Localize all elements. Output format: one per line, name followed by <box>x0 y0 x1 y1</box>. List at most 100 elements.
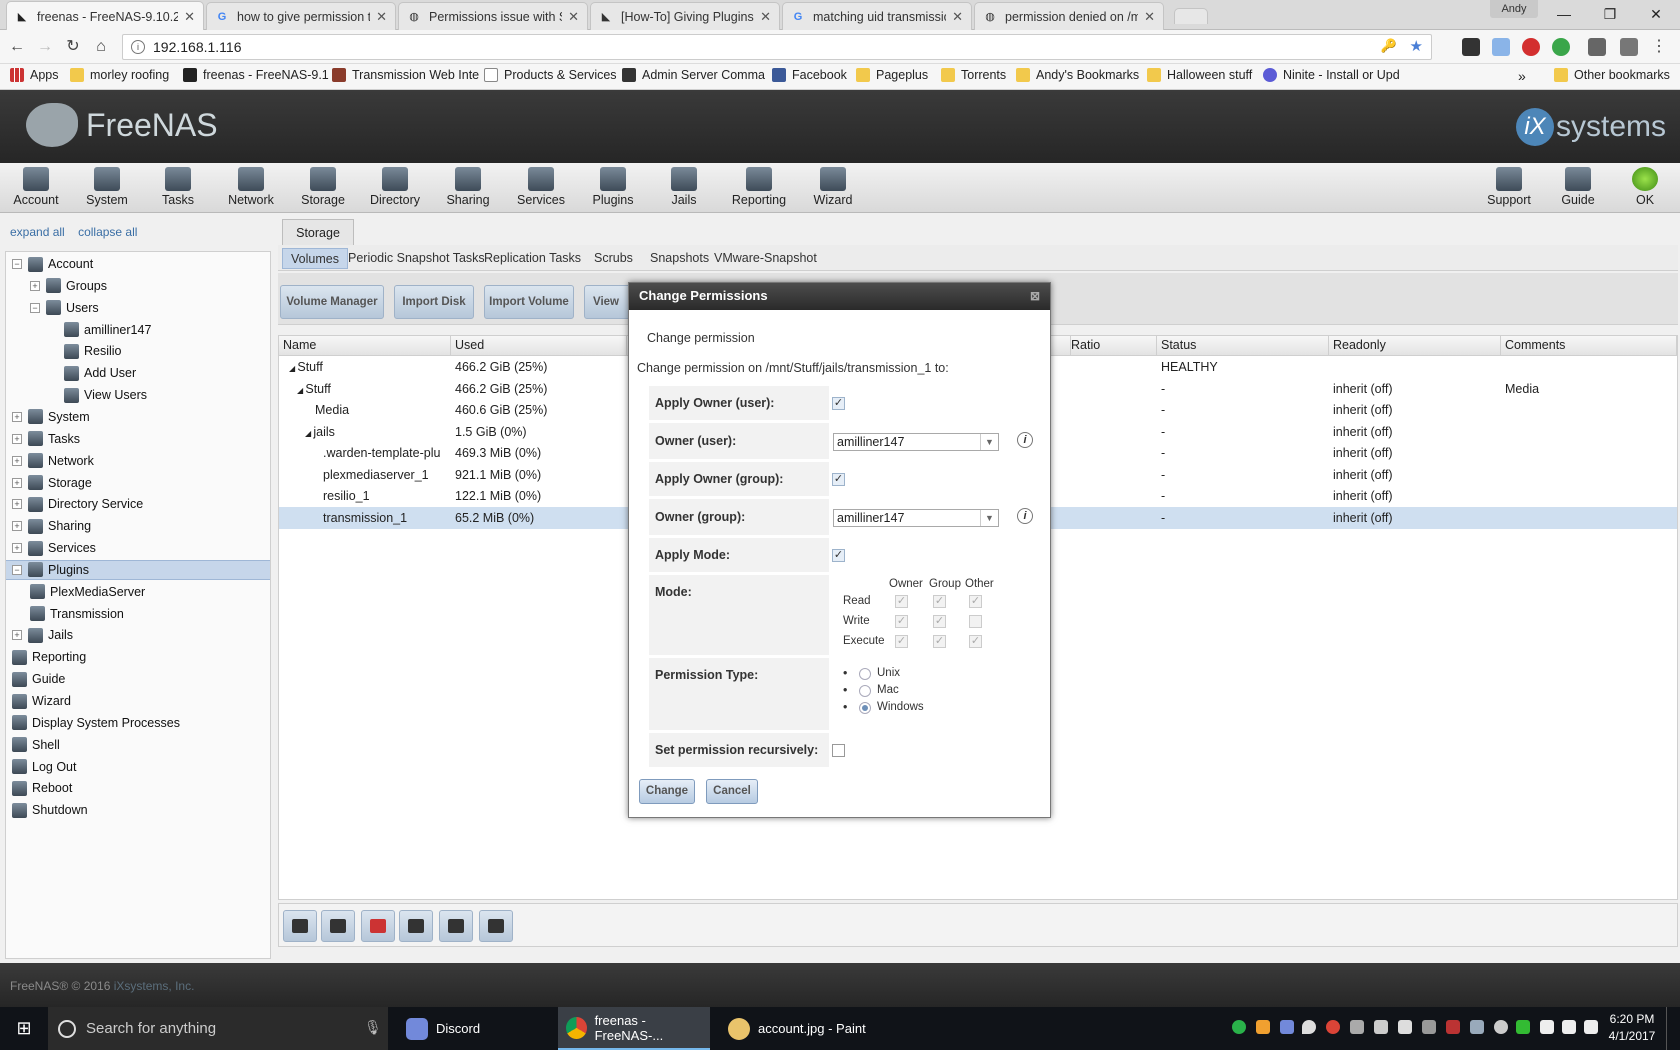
tree-item-reboot[interactable]: Reboot <box>6 778 270 798</box>
bookmark-item[interactable]: Andy's Bookmarks <box>1016 68 1139 82</box>
close-tab-icon[interactable]: ✕ <box>952 9 963 25</box>
owner-user-select[interactable]: amilliner147 ▼ <box>833 433 999 451</box>
apply-owner-group-checkbox[interactable]: ✓ <box>832 473 845 486</box>
tree-item-tasks[interactable]: + Tasks <box>6 429 270 449</box>
ixsystems-link[interactable]: iXsystems, Inc. <box>114 979 195 993</box>
expand-icon[interactable]: + <box>12 499 22 510</box>
browser-tab-5[interactable]: G matching uid transmissio ✕ <box>782 2 972 30</box>
expand-icon[interactable]: + <box>12 477 22 488</box>
menu-sharing[interactable]: Sharing <box>442 167 494 207</box>
extension-icon-1[interactable] <box>1462 38 1480 56</box>
browser-tab-6[interactable]: ◍ permission denied on /m ✕ <box>974 2 1164 30</box>
bookmark-item[interactable]: Admin Server Comma <box>622 68 765 82</box>
menu-tasks[interactable]: Tasks <box>156 167 200 207</box>
new-tab-button[interactable] <box>1174 8 1208 24</box>
owner-user-info-icon[interactable]: i <box>1017 432 1033 448</box>
apply-mode-checkbox[interactable]: ✓ <box>832 549 845 562</box>
menu-dots-icon[interactable]: ⋮ <box>1648 36 1670 58</box>
tree-item-account[interactable]: − Account <box>6 254 270 274</box>
delete-dataset-button[interactable] <box>361 910 395 942</box>
collapse-icon[interactable]: − <box>12 564 22 575</box>
tree-item-shell[interactable]: Shell <box>6 735 270 755</box>
mode-execute-owner-checkbox[interactable]: ✓ <box>895 635 908 648</box>
bookmark-star-icon[interactable]: ★ <box>1410 37 1423 55</box>
chrome-tray-icon[interactable] <box>1326 1020 1340 1034</box>
expand-icon[interactable]: + <box>12 630 22 641</box>
collapse-icon[interactable]: − <box>30 302 40 313</box>
mode-write-owner-checkbox[interactable]: ✓ <box>895 615 908 628</box>
collapse-all-link[interactable]: collapse all <box>78 225 137 239</box>
permission-type-windows-radio[interactable] <box>859 702 871 714</box>
minimize-icon[interactable]: — <box>1544 2 1584 26</box>
close-tab-icon[interactable]: ✕ <box>568 9 579 25</box>
taskbar-search[interactable]: Search for anything 🎙 <box>48 1007 388 1050</box>
tree-item-transmission[interactable]: Transmission <box>6 604 270 624</box>
tray-icon-10[interactable] <box>1446 1020 1460 1034</box>
recursive-checkbox[interactable] <box>832 744 845 757</box>
mode-read-group-checkbox[interactable]: ✓ <box>933 595 946 608</box>
mode-execute-other-checkbox[interactable]: ✓ <box>969 635 982 648</box>
change-button[interactable]: Change <box>639 779 695 804</box>
steam-tray-icon[interactable] <box>1470 1020 1484 1034</box>
browser-tab-freenas[interactable]: ◣ freenas - FreeNAS-9.10.2 ✕ <box>6 1 204 31</box>
scrub-volume-button[interactable] <box>321 910 355 942</box>
extension-icon-2[interactable] <box>1492 38 1510 56</box>
expand-icon[interactable]: + <box>30 280 40 291</box>
apply-owner-user-checkbox[interactable]: ✓ <box>832 397 845 410</box>
permission-type-mac-radio[interactable] <box>859 685 871 697</box>
menu-guide[interactable]: Guide <box>1558 167 1598 207</box>
close-tab-icon[interactable]: ✕ <box>760 9 771 25</box>
tab-storage[interactable]: Storage <box>282 219 354 245</box>
mode-write-other-checkbox[interactable] <box>969 615 982 628</box>
page-info-icon[interactable]: i <box>131 40 145 54</box>
profile-button[interactable]: Andy <box>1490 0 1538 18</box>
cancel-button[interactable]: Cancel <box>706 779 758 804</box>
expand-icon[interactable]: + <box>12 543 22 554</box>
bookmark-item[interactable]: freenas - FreeNAS-9.1 <box>183 68 329 82</box>
bookmarks-overflow[interactable]: » <box>1518 68 1526 84</box>
taskbar-app-chrome[interactable]: freenas - FreeNAS-... <box>558 1007 710 1050</box>
cast-icon[interactable] <box>1620 38 1638 56</box>
tree-item-sharing[interactable]: + Sharing <box>6 516 270 536</box>
bookmark-item[interactable]: morley roofing <box>70 68 169 82</box>
tray-drop-icon[interactable] <box>1302 1020 1316 1034</box>
menu-system[interactable]: System <box>82 167 132 207</box>
bookmark-item[interactable]: Facebook <box>772 68 847 82</box>
tray-icon-8[interactable] <box>1398 1020 1412 1034</box>
menu-account[interactable]: Account <box>12 167 60 207</box>
tree-item-resilio[interactable]: Resilio <box>6 341 270 361</box>
system-clock[interactable]: 6:20 PM 4/1/2017 <box>1602 1011 1662 1045</box>
menu-reporting[interactable]: Reporting <box>728 167 790 207</box>
tree-item-jails[interactable]: + Jails <box>6 625 270 645</box>
address-bar[interactable]: i 192.168.1.116 🔑 ★ <box>122 34 1432 60</box>
tray-icon-9[interactable] <box>1422 1020 1436 1034</box>
create-dataset-button[interactable] <box>439 910 473 942</box>
extension-icon-5[interactable] <box>1588 38 1606 56</box>
close-tab-icon[interactable]: ✕ <box>1144 9 1155 25</box>
mode-execute-group-checkbox[interactable]: ✓ <box>933 635 946 648</box>
browser-tab-2[interactable]: G how to give permission t ✕ <box>206 2 396 30</box>
expand-all-link[interactable]: expand all <box>10 225 65 239</box>
tray-icon-14[interactable] <box>1540 1020 1554 1034</box>
bookmark-item[interactable]: Halloween stuff <box>1147 68 1252 82</box>
tree-item-system[interactable]: + System <box>6 407 270 427</box>
tray-icon-7[interactable] <box>1374 1020 1388 1034</box>
menu-directory[interactable]: Directory <box>366 167 424 207</box>
volume-manager-button[interactable]: Volume Manager <box>280 285 384 319</box>
tree-item-services[interactable]: + Services <box>6 538 270 558</box>
volume-tray-icon[interactable] <box>1584 1020 1598 1034</box>
back-icon[interactable]: ← <box>6 36 28 58</box>
subtab-scrubs[interactable]: Scrubs <box>586 248 641 269</box>
close-window-icon[interactable]: ✕ <box>1636 2 1676 26</box>
menu-status-ok[interactable]: OK <box>1628 167 1662 207</box>
column-header-readonly[interactable]: Readonly <box>1329 336 1501 356</box>
tree-item-groups[interactable]: + Groups <box>6 276 270 296</box>
close-tab-icon[interactable]: ✕ <box>376 9 387 25</box>
tray-icon-6[interactable] <box>1350 1020 1364 1034</box>
menu-storage[interactable]: Storage <box>298 167 348 207</box>
menu-wizard[interactable]: Wizard <box>810 167 856 207</box>
bookmark-item[interactable]: Products & Services <box>484 68 617 82</box>
tree-item-amilliner147[interactable]: amilliner147 <box>6 320 270 340</box>
mode-read-other-checkbox[interactable]: ✓ <box>969 595 982 608</box>
bookmark-item[interactable]: Ninite - Install or Upd <box>1263 68 1400 82</box>
